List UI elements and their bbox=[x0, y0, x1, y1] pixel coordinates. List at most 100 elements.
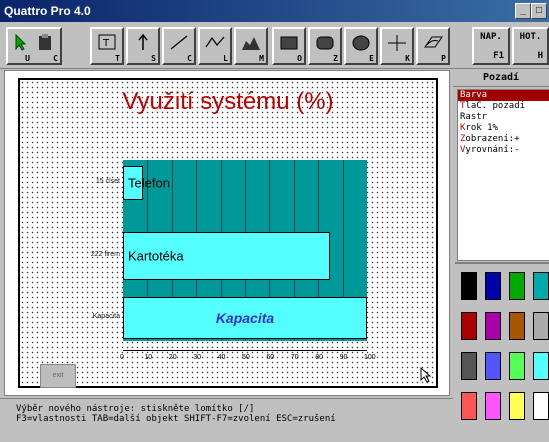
hotkey-label: E bbox=[369, 54, 374, 63]
bar-label: Kartotéka bbox=[128, 248, 184, 264]
x-tick-label: 40 bbox=[217, 354, 226, 361]
property-item[interactable]: TlaČ. pozadi bbox=[458, 101, 549, 112]
color-swatch[interactable] bbox=[533, 272, 549, 300]
hotkey-label: L bbox=[223, 54, 228, 63]
chart-bar[interactable]: Telefon bbox=[123, 166, 170, 200]
free-draw-icon bbox=[424, 36, 443, 48]
help-label: NAP. bbox=[480, 32, 502, 42]
hotkey-label: C bbox=[187, 54, 192, 63]
color-swatch[interactable] bbox=[509, 392, 525, 420]
exit-button[interactable]: exit bbox=[40, 364, 76, 388]
property-item[interactable]: Krok 1% bbox=[458, 123, 549, 134]
help-button[interactable]: NAP. F1 bbox=[472, 27, 510, 65]
text-box-tool-button[interactable]: TT bbox=[90, 27, 124, 65]
done-button[interactable]: HOT. H bbox=[512, 27, 549, 65]
done-key: H bbox=[537, 51, 543, 61]
property-item[interactable]: Vyrovnání:- bbox=[458, 145, 549, 156]
color-swatch[interactable] bbox=[485, 392, 501, 420]
help-key: F1 bbox=[493, 51, 504, 61]
hotkey-label: M bbox=[259, 54, 264, 63]
hotkey-label: P bbox=[441, 54, 446, 63]
hotkey-label: T bbox=[115, 54, 120, 63]
properties-panel: Pozadí Barva TlaČ. pozadi Rastr Krok 1% Zobr… bbox=[453, 70, 549, 261]
arrow-tool-button[interactable]: S bbox=[126, 27, 160, 65]
drawing-toolbar: U C T T S C L M O Z E K P NAP. F1 HOT. H bbox=[0, 22, 549, 69]
rectangle-tool-button[interactable]: O bbox=[272, 27, 306, 65]
vertical-horizontal-line-tool-button[interactable]: K bbox=[380, 27, 414, 65]
ellipse-icon bbox=[352, 35, 370, 51]
x-tick-label: 50 bbox=[242, 354, 250, 361]
color-swatch[interactable] bbox=[533, 352, 549, 380]
chart-title[interactable]: Využití systému (%) bbox=[20, 88, 436, 116]
line-icon bbox=[170, 35, 188, 50]
color-swatch[interactable] bbox=[509, 272, 525, 300]
chart-page[interactable]: Využití systému (%) Telefon Kartotéka Kapa… bbox=[18, 78, 438, 388]
hotkey-label: C bbox=[53, 54, 58, 63]
clipboard-icon bbox=[39, 34, 51, 50]
property-item[interactable]: Zobrazení:+ bbox=[458, 134, 549, 145]
category-label: Kapacita bbox=[92, 313, 120, 320]
x-tick-label: 80 bbox=[315, 354, 323, 361]
polyline-tool-button[interactable]: L bbox=[198, 27, 232, 65]
x-tick-label: 100 bbox=[364, 354, 376, 361]
color-swatch[interactable] bbox=[533, 392, 549, 420]
color-palette bbox=[455, 262, 549, 432]
x-axis-line bbox=[123, 350, 367, 351]
x-tick-label: 90 bbox=[339, 354, 348, 361]
color-swatch[interactable] bbox=[461, 352, 477, 380]
x-tick-label: 60 bbox=[266, 354, 275, 361]
property-label: rok 1% bbox=[465, 123, 498, 133]
done-label: HOT. bbox=[519, 32, 542, 42]
panel-title: Pozadí bbox=[453, 70, 549, 87]
property-label: Rastr bbox=[460, 112, 488, 122]
property-label: laČ. pozadi bbox=[465, 101, 526, 111]
color-swatch[interactable] bbox=[461, 272, 477, 300]
vertical-horizontal-line-icon bbox=[388, 35, 406, 51]
status-bar: Výběr nového nástroje: stiskněte lomítko… bbox=[0, 398, 453, 442]
minimize-button[interactable]: _ bbox=[515, 3, 531, 19]
mouse-cursor-icon bbox=[420, 367, 432, 383]
x-tick-label: 70 bbox=[290, 354, 299, 361]
ellipse-tool-button[interactable]: E bbox=[344, 27, 378, 65]
color-swatch[interactable] bbox=[509, 352, 525, 380]
hotkey-label: O bbox=[297, 54, 302, 63]
rectangle-icon bbox=[280, 36, 298, 50]
color-swatch[interactable] bbox=[509, 312, 525, 340]
bar-label: Kapacita bbox=[215, 310, 275, 326]
chart-bar[interactable]: Kartotéka bbox=[123, 232, 331, 280]
color-swatch[interactable] bbox=[485, 272, 501, 300]
bar-label: Telefon bbox=[128, 175, 170, 191]
pointer-arrow-icon bbox=[15, 33, 27, 51]
rounded-rectangle-icon bbox=[316, 36, 334, 50]
property-label: obrazení:+ bbox=[465, 134, 520, 144]
x-tick-label: 10 bbox=[144, 354, 153, 361]
x-tick-label: 20 bbox=[168, 354, 177, 361]
maximize-button[interactable]: □ bbox=[531, 3, 547, 19]
free-draw-tool-button[interactable]: P bbox=[416, 27, 450, 65]
status-line-2: F3=vlastnosti TAB=další objekt SHIFT-F7=… bbox=[16, 414, 336, 424]
hotkey-label: Z bbox=[333, 54, 338, 63]
chart-bar[interactable]: Kapacita bbox=[123, 297, 367, 339]
x-tick-label: 0 bbox=[120, 354, 124, 361]
property-list: Barva TlaČ. pozadi Rastr Krok 1% Zobrazení:+… bbox=[457, 89, 549, 261]
category-label: 222 firem bbox=[90, 251, 120, 258]
color-swatch[interactable] bbox=[485, 352, 501, 380]
color-swatch[interactable] bbox=[461, 392, 477, 420]
polygon-icon bbox=[242, 37, 260, 50]
svg-text:T: T bbox=[102, 38, 110, 49]
hotkey-label: U bbox=[25, 54, 30, 63]
rounded-rectangle-tool-button[interactable]: Z bbox=[308, 27, 342, 65]
text-box-icon: T bbox=[98, 34, 116, 50]
color-swatch[interactable] bbox=[485, 312, 501, 340]
property-label: arva bbox=[465, 90, 488, 100]
title-bar: Quattro Pro 4.0 _ □ bbox=[0, 0, 549, 22]
select-tool-button[interactable]: UC bbox=[6, 27, 62, 65]
property-item[interactable]: Barva bbox=[458, 90, 549, 101]
polygon-tool-button[interactable]: M bbox=[234, 27, 268, 65]
plot-area[interactable]: Telefon Kartotéka Kapacita bbox=[123, 160, 367, 341]
line-tool-button[interactable]: C bbox=[162, 27, 196, 65]
color-swatch[interactable] bbox=[461, 312, 477, 340]
property-item[interactable]: Rastr bbox=[458, 112, 549, 123]
color-swatch[interactable] bbox=[533, 312, 549, 340]
drawing-area[interactable]: Využití systému (%) Telefon Kartotéka Kapa… bbox=[4, 70, 450, 396]
